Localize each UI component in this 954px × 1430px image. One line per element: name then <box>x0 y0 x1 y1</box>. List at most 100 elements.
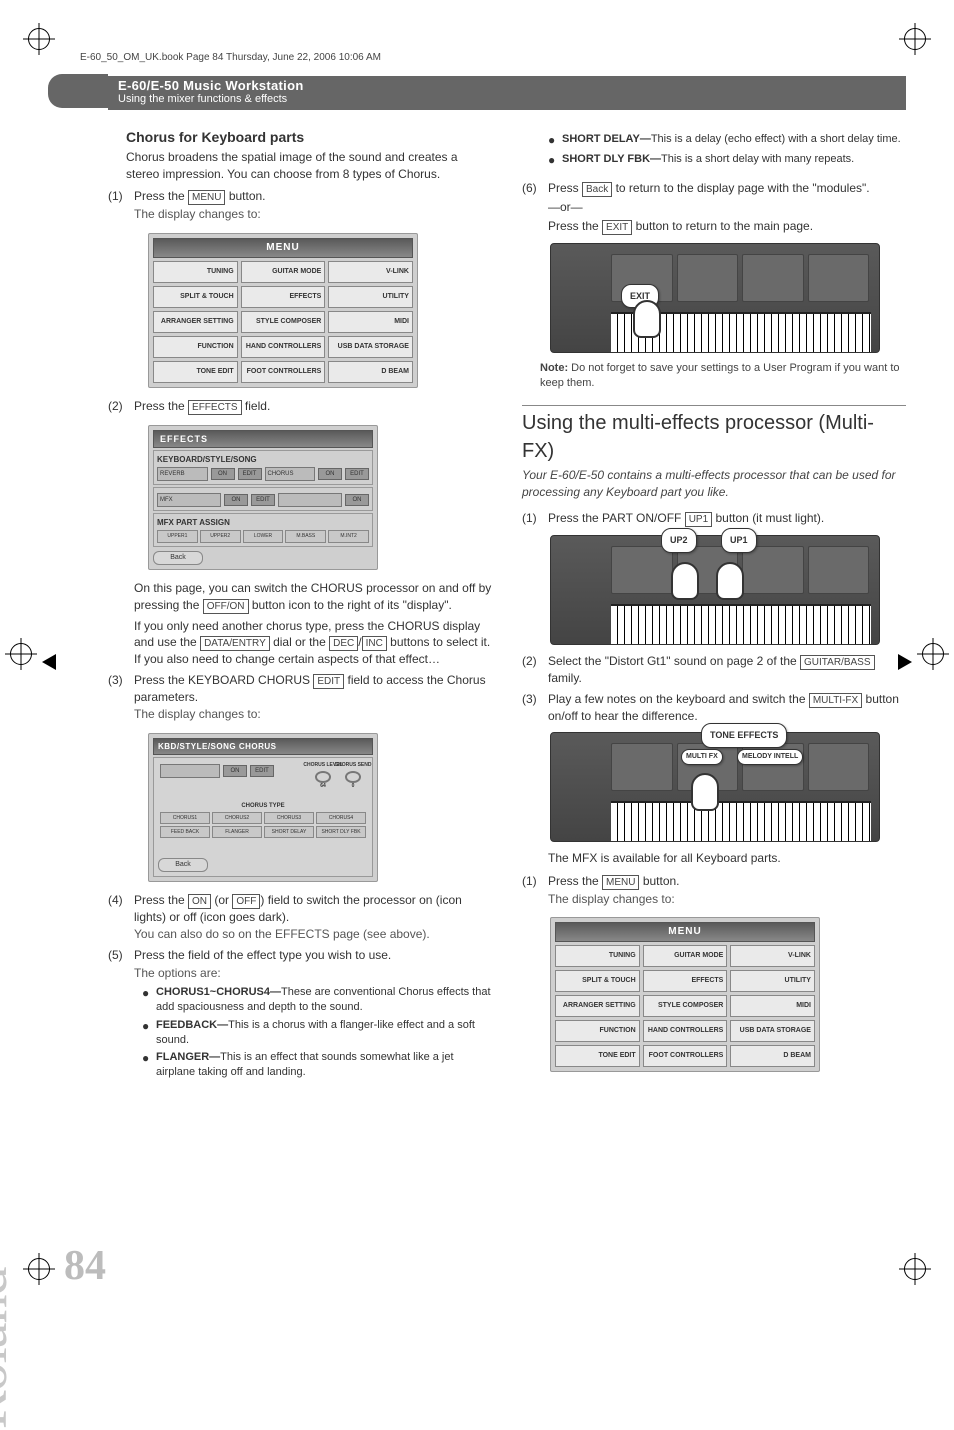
step-number: (5) <box>108 947 134 1083</box>
effects-field-label: EFFECTS <box>188 400 242 415</box>
step-number: (1) <box>108 188 134 223</box>
up1-callout: UP1 <box>721 528 757 552</box>
mfx-assign-title: MFX PART ASSIGN <box>157 517 369 528</box>
menu-cell: FUNCTION <box>555 1020 640 1042</box>
menu-cell: TUNING <box>555 945 640 967</box>
menu-button-label: MENU <box>188 190 225 205</box>
edit-btn: EDIT <box>345 468 369 480</box>
effects-title: EFFECTS <box>153 430 373 448</box>
menu-title: MENU <box>153 238 413 258</box>
menu-cell: UTILITY <box>328 286 413 308</box>
step-number: (4) <box>108 892 134 943</box>
registration-mark <box>28 1258 50 1280</box>
menu-cell: TUNING <box>153 261 238 283</box>
on-btn: ON <box>211 468 235 480</box>
step-text: dial or the <box>270 635 329 649</box>
menu-cell: EFFECTS <box>643 970 728 992</box>
assign-cell: UPPER2 <box>200 530 241 543</box>
step-subtext: You can also do so on the EFFECTS page (… <box>134 926 492 943</box>
step-text: Press <box>548 181 582 195</box>
step-text: Press the KEYBOARD CHORUS <box>134 673 313 687</box>
bullet-icon: ● <box>548 152 562 169</box>
menu-cell: MIDI <box>328 311 413 333</box>
mfx-step-menu: (1) Press the MENU button. The display c… <box>522 873 906 908</box>
chorus-title: KBD/STYLE/SONG CHORUS <box>153 738 373 755</box>
menu-cell: HAND CONTROLLERS <box>241 336 326 358</box>
menu-cell: FOOT CONTROLLERS <box>241 361 326 383</box>
on-btn: ON <box>318 468 342 480</box>
up1-label: UP1 <box>685 512 712 527</box>
step-text: button to return to the main page. <box>632 219 813 233</box>
book-header: E-60_50_OM_UK.book Page 84 Thursday, Jun… <box>80 52 381 63</box>
menu-cell: STYLE COMPOSER <box>643 995 728 1017</box>
menu-cell: TONE EDIT <box>555 1045 640 1067</box>
chorus-type-button: SHORT DELAY <box>264 826 314 838</box>
reverb-box: REVERB <box>157 467 208 481</box>
step-text: Play a few notes on the keyboard and swi… <box>548 692 809 706</box>
registration-mark <box>10 643 32 665</box>
note-body: Do not forget to save your settings to a… <box>540 362 900 389</box>
crop-arrow-left <box>42 654 56 670</box>
mfx-step-1: (1) Press the PART ON/OFF UP1 button (it… <box>522 510 906 527</box>
finger-icon <box>671 562 699 600</box>
menu-cell: EFFECTS <box>241 286 326 308</box>
back-button: Back <box>158 858 208 872</box>
header-tab <box>48 74 108 108</box>
menu-screenshot: MENU TUNINGGUITAR MODEV-LINK SPLIT & TOUC… <box>148 233 418 388</box>
dbass-box <box>278 493 342 507</box>
step-number: (6) <box>522 180 548 235</box>
menu-cell: FOOT CONTROLLERS <box>643 1045 728 1067</box>
off-label: OFF <box>232 894 260 909</box>
note-label: Note: <box>540 362 571 374</box>
mfx-step-2: (2) Select the "Distort Gt1" sound on pa… <box>522 653 906 687</box>
mfx-step-3: (3) Play a few notes on the keyboard and… <box>522 691 906 725</box>
step-number: (2) <box>522 653 548 687</box>
menu-cell: V-LINK <box>730 945 815 967</box>
chorus-type-button: CHORUS4 <box>316 812 366 824</box>
step-text: Press the <box>134 189 188 203</box>
bullet-label: SHORT DELAY— <box>562 133 651 145</box>
chorus-type-label: CHORUS TYPE <box>160 802 366 810</box>
menu-cell: USB DATA STORAGE <box>328 336 413 358</box>
step-subtext: The options are: <box>134 965 492 982</box>
multifx-label: MULTI-FX <box>809 693 862 708</box>
step-text: field. <box>242 399 271 413</box>
menu-cell: SPLIT & TOUCH <box>153 286 238 308</box>
section-intro: Your E-60/E-50 contains a multi-effects … <box>522 467 906 500</box>
step-5: (5) Press the field of the effect type y… <box>108 947 492 1083</box>
bullet-icon: ● <box>142 1018 156 1048</box>
on-btn: ON <box>224 494 248 506</box>
menu-title: MENU <box>555 922 815 942</box>
note-text: Note: Do not forget to save your setting… <box>540 361 906 391</box>
section-title: Using the mixer functions & effects <box>118 93 287 105</box>
edit-btn: EDIT <box>251 494 275 506</box>
inc-label: INC <box>362 636 387 651</box>
brand-logo: Roland <box>0 1268 20 1430</box>
step-text: button (it must light). <box>712 511 824 525</box>
keyboard-illustration-up: UP2 UP1 <box>550 535 880 645</box>
menu-cell: V-LINK <box>328 261 413 283</box>
keyboard-illustration-exit: EXIT <box>550 243 880 353</box>
finger-icon <box>691 773 719 811</box>
assign-cell: UPPER1 <box>157 530 198 543</box>
step-text: Press the PART ON/OFF <box>548 511 685 525</box>
step-text: Press the <box>134 893 188 907</box>
step-text: Select the "Distort Gt1" sound on page 2… <box>548 654 800 668</box>
on-label: ON <box>188 894 211 909</box>
intro-paragraph: Chorus broadens the spatial image of the… <box>126 149 492 182</box>
edit-btn: EDIT <box>250 765 274 777</box>
chorus-name-box <box>160 764 220 778</box>
step-subtext: The display changes to: <box>134 206 492 223</box>
bullet-label: SHORT DLY FBK— <box>562 153 661 165</box>
menu-screenshot-2: MENU TUNINGGUITAR MODEV-LINKSPLIT & TOUC… <box>550 917 820 1072</box>
finger-icon <box>633 300 661 338</box>
menu-cell: MIDI <box>730 995 815 1017</box>
menu-cell: GUITAR MODE <box>241 261 326 283</box>
step-2: (2) Press the EFFECTS field. <box>108 398 492 415</box>
bullet-body: This is a delay (echo effect) with a sho… <box>651 133 901 145</box>
menu-cell: D BEAM <box>328 361 413 383</box>
step-subtext: The display changes to: <box>548 891 906 908</box>
chorus-type-button: CHORUS2 <box>212 812 262 824</box>
assign-cell: M.INT2 <box>328 530 369 543</box>
registration-mark <box>904 1258 926 1280</box>
